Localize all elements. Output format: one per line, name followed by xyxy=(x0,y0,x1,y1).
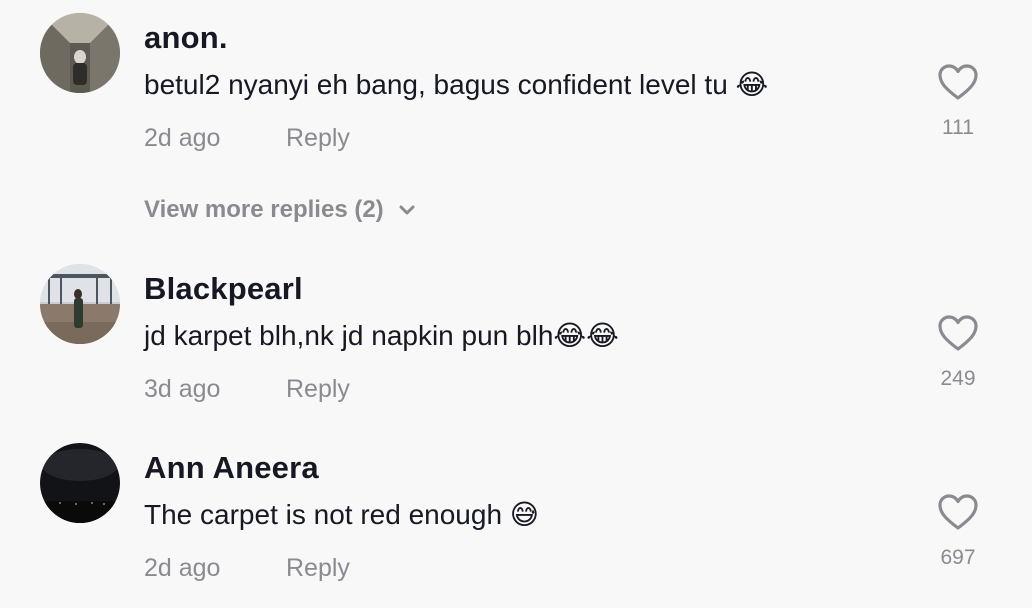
reply-button[interactable]: Reply xyxy=(286,375,350,404)
like-button[interactable] xyxy=(936,492,980,532)
view-more-replies-button[interactable]: View more replies (2) xyxy=(144,196,416,224)
heart-outline-icon xyxy=(938,494,978,530)
avatar[interactable] xyxy=(40,13,120,93)
reply-button[interactable]: Reply xyxy=(286,554,350,583)
like-count: 697 xyxy=(940,546,976,569)
like-count: 249 xyxy=(940,367,976,390)
comment-username[interactable]: anon. xyxy=(144,20,228,56)
like-count: 111 xyxy=(942,116,974,139)
comment-text: betul2 nyanyi eh bang, bagus confident l… xyxy=(144,69,769,100)
avatar[interactable] xyxy=(40,443,120,523)
comment-username[interactable]: Blackpearl xyxy=(144,271,303,307)
comment-timestamp: 2d ago xyxy=(144,554,221,582)
like-button[interactable] xyxy=(936,313,980,353)
heart-outline-icon xyxy=(938,315,978,351)
chevron-down-icon xyxy=(399,205,415,215)
heart-outline-icon xyxy=(938,64,978,100)
comment-timestamp: 3d ago xyxy=(144,375,221,403)
comment-timestamp: 2d ago xyxy=(144,124,221,152)
view-more-replies-label: View more replies (2) xyxy=(144,196,384,223)
avatar-image xyxy=(40,264,120,344)
comment-username[interactable]: Ann Aneera xyxy=(144,450,319,486)
avatar[interactable] xyxy=(40,264,120,344)
reply-button[interactable]: Reply xyxy=(286,124,350,153)
comment-text: The carpet is not red enough 😅 xyxy=(144,499,539,530)
avatar-image xyxy=(40,443,120,523)
like-button[interactable] xyxy=(936,62,980,102)
comment-text: jd karpet blh,nk jd napkin pun blh😂😂 xyxy=(144,320,619,351)
avatar-image xyxy=(40,13,120,93)
